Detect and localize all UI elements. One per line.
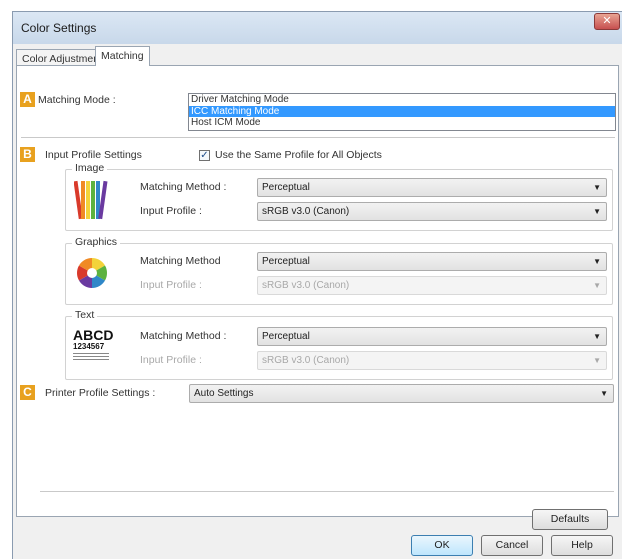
text-sample-numbers: 1234567: [73, 342, 105, 351]
image-input-profile-select[interactable]: sRGB v3.0 (Canon) ▼: [257, 202, 607, 221]
badge-a: A: [20, 92, 35, 107]
graphics-matching-method-select[interactable]: Perceptual ▼: [257, 252, 607, 271]
separator: [40, 491, 614, 492]
dropdown-arrow-icon: ▼: [593, 356, 601, 365]
dropdown-arrow-icon: ▼: [593, 332, 601, 341]
color-settings-window: Color Settings ✕ Color Adjustment Matchi…: [12, 11, 622, 559]
cancel-button[interactable]: Cancel: [481, 535, 543, 556]
text-matching-method-select[interactable]: Perceptual ▼: [257, 327, 607, 346]
matching-mode-listbox[interactable]: Driver Matching Mode ICC Matching Mode H…: [188, 93, 616, 131]
image-matching-method-select[interactable]: Perceptual ▼: [257, 178, 607, 197]
dropdown-arrow-icon: ▼: [593, 207, 601, 216]
text-sample-letters: ABCD: [73, 327, 114, 343]
text-group-title: Text: [72, 309, 98, 321]
graphics-input-profile-select: sRGB v3.0 (Canon) ▼: [257, 276, 607, 295]
window-title: Color Settings: [21, 21, 97, 35]
matching-mode-label: Matching Mode :: [38, 94, 116, 106]
list-item[interactable]: Host ICM Mode: [189, 117, 615, 129]
badge-c: C: [20, 385, 35, 400]
text-matching-method-label: Matching Method :: [140, 330, 227, 342]
text-input-profile-label: Input Profile :: [140, 354, 202, 366]
checkmark-icon: ✓: [200, 150, 209, 161]
dropdown-arrow-icon: ▼: [593, 183, 601, 192]
text-sample-icon: ABCD 1234567: [73, 328, 113, 364]
close-button[interactable]: ✕: [594, 13, 620, 30]
dropdown-arrow-icon: ▼: [593, 257, 601, 266]
image-input-profile-value: sRGB v3.0 (Canon): [262, 206, 350, 217]
printer-profile-select[interactable]: Auto Settings ▼: [189, 384, 614, 403]
input-profile-settings-label: Input Profile Settings: [45, 149, 142, 161]
image-group: Image Matching Method : Perceptual ▼ Inp…: [65, 162, 613, 231]
same-profile-label: Use the Same Profile for All Objects: [215, 149, 382, 161]
matching-panel: A Matching Mode : Driver Matching Mode I…: [16, 65, 619, 530]
text-input-profile-value: sRGB v3.0 (Canon): [262, 355, 350, 366]
graphics-matching-method-label: Matching Method: [140, 255, 221, 267]
close-icon: ✕: [602, 15, 612, 27]
graphics-input-profile-label: Input Profile :: [140, 279, 202, 291]
graphics-matching-method-value: Perceptual: [262, 256, 310, 267]
printer-profile-value: Auto Settings: [194, 388, 254, 399]
graphics-group-title: Graphics: [72, 236, 121, 248]
same-profile-checkbox[interactable]: ✓: [199, 150, 210, 161]
graphics-group: Graphics Matching Method Perceptual ▼ In…: [65, 236, 613, 305]
dropdown-arrow-icon: ▼: [593, 281, 601, 290]
graphics-input-profile-value: sRGB v3.0 (Canon): [262, 280, 350, 291]
image-matching-method-label: Matching Method :: [140, 181, 227, 193]
image-group-title: Image: [72, 162, 108, 174]
title-bar: Color Settings ✕: [13, 12, 622, 44]
color-wheel-icon: [76, 258, 108, 288]
list-item-selected[interactable]: ICC Matching Mode: [189, 105, 615, 117]
image-input-profile-label: Input Profile :: [140, 205, 202, 217]
image-matching-method-value: Perceptual: [262, 182, 310, 193]
list-item[interactable]: Driver Matching Mode: [189, 94, 615, 106]
dropdown-arrow-icon: ▼: [600, 389, 608, 398]
tab-matching[interactable]: Matching: [95, 46, 150, 66]
badge-b: B: [20, 147, 35, 162]
text-group: Text ABCD 1234567 Matching Method : Perc…: [65, 309, 613, 380]
pencils-icon: [74, 180, 108, 220]
defaults-button[interactable]: Defaults: [532, 509, 608, 530]
text-matching-method-value: Perceptual: [262, 331, 310, 342]
printer-profile-label: Printer Profile Settings :: [45, 387, 156, 399]
text-input-profile-select: sRGB v3.0 (Canon) ▼: [257, 351, 607, 370]
text-sample-lines: [73, 353, 109, 362]
ok-button[interactable]: OK: [411, 535, 473, 556]
separator: [21, 137, 615, 138]
help-button[interactable]: Help: [551, 535, 613, 556]
